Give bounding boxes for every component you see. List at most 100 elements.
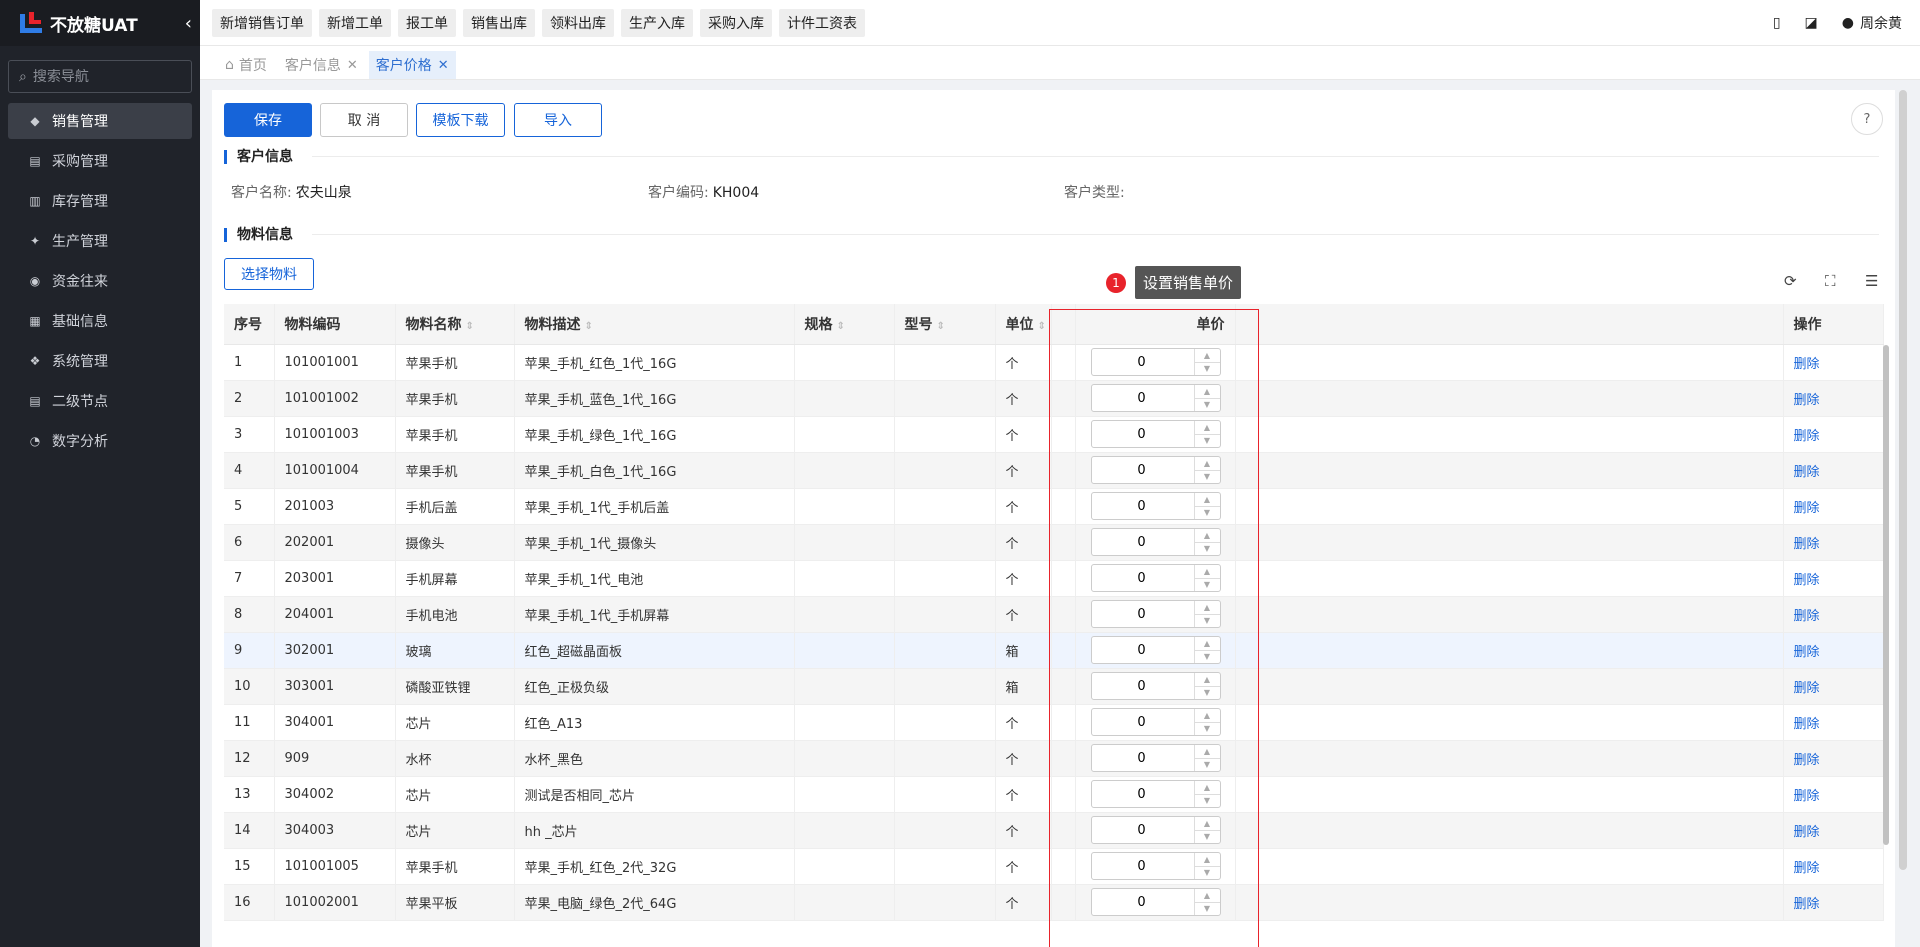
chevron-up-icon[interactable]: ▲ <box>1194 745 1220 759</box>
quick-action-button[interactable]: 销售出库 <box>463 8 535 37</box>
price-stepper[interactable]: ▲ ▼ <box>1193 817 1220 843</box>
chevron-up-icon[interactable]: ▲ <box>1194 385 1220 399</box>
price-input[interactable]: ▲▼ <box>1090 528 1221 556</box>
close-icon[interactable]: ✕ <box>347 58 358 73</box>
delete-link[interactable]: 删除 <box>1794 429 1820 444</box>
nav-search[interactable]: ⌕ <box>8 60 192 93</box>
fullscreen-icon[interactable]: ⛶ <box>1825 272 1836 290</box>
sidebar-item-2[interactable]: ▥ 库存管理 <box>8 183 192 219</box>
help-icon[interactable]: ? <box>1851 103 1883 135</box>
chevron-down-icon[interactable]: ▼ <box>1195 435 1220 448</box>
delete-link[interactable]: 删除 <box>1794 825 1820 840</box>
chevron-up-icon[interactable]: ▲ <box>1194 673 1220 687</box>
chevron-up-icon[interactable]: ▲ <box>1194 421 1220 435</box>
price-value[interactable] <box>1091 601 1192 627</box>
import-button[interactable]: 导入 <box>514 103 602 137</box>
price-stepper[interactable]: ▲ ▼ <box>1193 421 1220 448</box>
quick-action-button[interactable]: 计件工资表 <box>779 8 865 37</box>
price-stepper[interactable]: ▲ ▼ <box>1193 529 1220 556</box>
price-input[interactable]: ▲▼ <box>1090 564 1221 592</box>
price-stepper[interactable]: ▲ ▼ <box>1193 781 1220 808</box>
price-stepper[interactable]: ▲ ▼ <box>1193 709 1220 736</box>
price-value[interactable] <box>1091 565 1192 591</box>
select-material-button[interactable]: 选择物料 <box>224 258 314 290</box>
delete-link[interactable]: 删除 <box>1794 537 1820 552</box>
price-value[interactable] <box>1091 421 1192 447</box>
chevron-down-icon[interactable]: ▼ <box>1195 903 1220 916</box>
quick-action-button[interactable]: 新增工单 <box>319 8 391 37</box>
chevron-down-icon[interactable]: ▼ <box>1195 795 1220 808</box>
sort-icon[interactable]: ⇕ <box>1038 321 1046 332</box>
quick-action-button[interactable]: 新增销售订单 <box>212 8 312 37</box>
chevron-up-icon[interactable]: ▲ <box>1194 493 1220 507</box>
sidebar-item-1[interactable]: ▤ 采购管理 <box>8 143 192 179</box>
price-input[interactable]: ▲▼ <box>1090 420 1221 448</box>
chevron-down-icon[interactable]: ▼ <box>1195 543 1220 556</box>
price-stepper[interactable]: ▲ ▼ <box>1193 745 1220 772</box>
col-spec[interactable]: 规格 ⇕ <box>794 304 895 345</box>
price-input[interactable]: ▲▼ <box>1090 672 1221 700</box>
column-settings-icon[interactable]: ☰ <box>1865 272 1878 290</box>
table-scrollbar[interactable] <box>1883 345 1889 845</box>
price-value[interactable] <box>1091 817 1192 843</box>
chevron-down-icon[interactable]: ▼ <box>1195 723 1220 736</box>
chevron-down-icon[interactable]: ▼ <box>1195 615 1220 628</box>
price-input[interactable]: ▲▼ <box>1090 348 1221 376</box>
price-stepper[interactable]: ▲ ▼ <box>1193 601 1220 628</box>
price-input[interactable]: ▲▼ <box>1090 456 1221 484</box>
price-stepper[interactable]: ▲ ▼ <box>1193 853 1220 880</box>
price-value[interactable] <box>1091 457 1192 483</box>
chevron-down-icon[interactable]: ▼ <box>1195 651 1220 664</box>
sort-icon[interactable]: ⇕ <box>937 321 945 332</box>
delete-link[interactable]: 删除 <box>1794 609 1820 624</box>
sidebar-item-6[interactable]: ❖ 系统管理 <box>8 343 192 379</box>
price-input[interactable]: ▲▼ <box>1090 600 1221 628</box>
tab-customer-info[interactable]: 客户信息 ✕ <box>278 51 365 79</box>
chevron-up-icon[interactable]: ▲ <box>1194 349 1220 363</box>
delete-link[interactable]: 删除 <box>1794 645 1820 660</box>
price-input[interactable]: ▲▼ <box>1090 708 1221 736</box>
screen-icon[interactable]: ◪ <box>1805 15 1818 31</box>
price-value[interactable] <box>1091 637 1192 663</box>
collapse-sidebar-icon[interactable]: ‹ <box>185 13 192 34</box>
delete-link[interactable]: 删除 <box>1794 393 1820 408</box>
price-value[interactable] <box>1091 709 1192 735</box>
price-value[interactable] <box>1091 349 1192 375</box>
col-name[interactable]: 物料名称 ⇕ <box>395 304 515 345</box>
price-input[interactable]: ▲▼ <box>1090 852 1221 880</box>
chevron-down-icon[interactable]: ▼ <box>1195 363 1220 376</box>
price-stepper[interactable]: ▲ ▼ <box>1193 457 1220 484</box>
delete-link[interactable]: 删除 <box>1794 501 1820 516</box>
chevron-down-icon[interactable]: ▼ <box>1195 759 1220 772</box>
chevron-up-icon[interactable]: ▲ <box>1194 817 1220 831</box>
chevron-up-icon[interactable]: ▲ <box>1194 781 1220 795</box>
col-unit[interactable]: 单位 ⇕ <box>995 304 1052 345</box>
delete-link[interactable]: 删除 <box>1794 357 1820 372</box>
quick-action-button[interactable]: 领料出库 <box>542 8 614 37</box>
chevron-down-icon[interactable]: ▼ <box>1195 507 1220 520</box>
chevron-up-icon[interactable]: ▲ <box>1194 529 1220 543</box>
sidebar-item-3[interactable]: ✦ 生产管理 <box>8 223 192 259</box>
delete-link[interactable]: 删除 <box>1794 717 1820 732</box>
chevron-down-icon[interactable]: ▼ <box>1195 471 1220 484</box>
price-value[interactable] <box>1091 853 1192 879</box>
price-input[interactable]: ▲▼ <box>1090 888 1221 916</box>
price-value[interactable] <box>1091 673 1192 699</box>
price-input[interactable]: ▲▼ <box>1090 816 1221 844</box>
col-code[interactable]: 物料编码 <box>274 304 396 345</box>
price-value[interactable] <box>1091 529 1192 555</box>
delete-link[interactable]: 删除 <box>1794 465 1820 480</box>
page-scrollbar[interactable] <box>1899 90 1907 870</box>
chevron-up-icon[interactable]: ▲ <box>1194 853 1220 867</box>
price-input[interactable]: ▲▼ <box>1090 780 1221 808</box>
price-stepper[interactable]: ▲ ▼ <box>1193 385 1220 411</box>
chevron-down-icon[interactable]: ▼ <box>1195 867 1220 880</box>
delete-link[interactable]: 删除 <box>1794 861 1820 876</box>
price-stepper[interactable]: ▲ ▼ <box>1193 673 1220 699</box>
chevron-down-icon[interactable]: ▼ <box>1195 579 1220 592</box>
save-button[interactable]: 保存 <box>224 103 312 137</box>
delete-link[interactable]: 删除 <box>1794 573 1820 588</box>
price-stepper[interactable]: ▲ ▼ <box>1193 493 1220 520</box>
price-value[interactable] <box>1091 385 1192 411</box>
price-value[interactable] <box>1091 745 1192 771</box>
